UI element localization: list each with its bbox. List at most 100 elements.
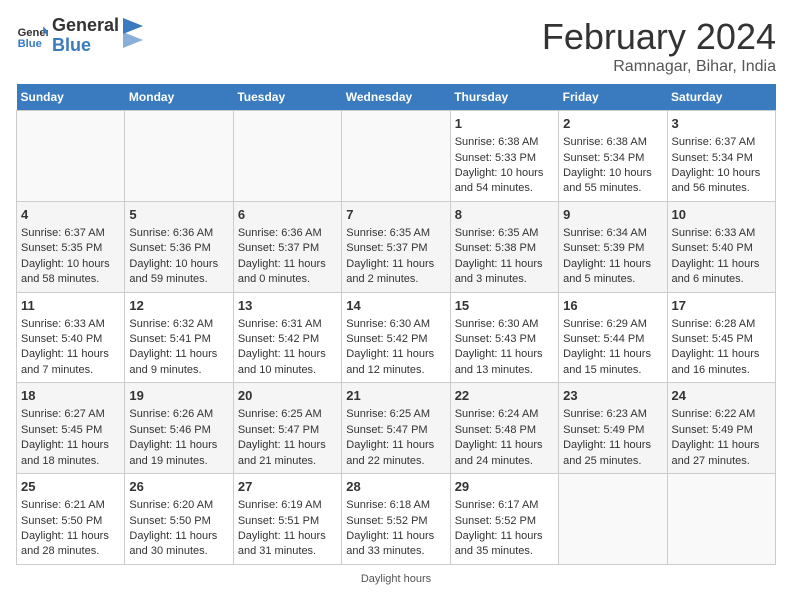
day-info: Sunset: 5:51 PM [238,514,337,529]
day-info: Sunrise: 6:37 AM [672,135,771,150]
calendar-cell: 20Sunrise: 6:25 AMSunset: 5:47 PMDayligh… [233,383,341,474]
day-info: Sunset: 5:42 PM [346,332,445,347]
day-info: Sunrise: 6:35 AM [346,226,445,241]
day-info: Sunrise: 6:34 AM [563,226,662,241]
day-header-friday: Friday [559,84,667,111]
day-info: Sunrise: 6:27 AM [21,407,120,422]
day-info: Sunset: 5:41 PM [129,332,228,347]
day-number: 26 [129,478,228,496]
calendar-cell: 2Sunrise: 6:38 AMSunset: 5:34 PMDaylight… [559,111,667,202]
day-info: Sunset: 5:52 PM [455,514,554,529]
day-info: Sunset: 5:45 PM [21,423,120,438]
day-info: Daylight: 11 hours and 15 minutes. [563,347,662,378]
day-header-thursday: Thursday [450,84,558,111]
calendar-cell: 22Sunrise: 6:24 AMSunset: 5:48 PMDayligh… [450,383,558,474]
calendar-cell: 6Sunrise: 6:36 AMSunset: 5:37 PMDaylight… [233,201,341,292]
logo-blue: Blue [52,36,119,56]
day-number: 1 [455,115,554,133]
day-info: Sunrise: 6:31 AM [238,317,337,332]
day-info: Sunrise: 6:33 AM [21,317,120,332]
calendar-cell: 19Sunrise: 6:26 AMSunset: 5:46 PMDayligh… [125,383,233,474]
day-info: Daylight: 10 hours and 59 minutes. [129,257,228,288]
day-number: 4 [21,206,120,224]
day-number: 21 [346,387,445,405]
day-info: Sunset: 5:37 PM [346,241,445,256]
day-info: Daylight: 10 hours and 58 minutes. [21,257,120,288]
calendar-table: SundayMondayTuesdayWednesdayThursdayFrid… [16,84,776,565]
day-number: 19 [129,387,228,405]
day-info: Sunset: 5:35 PM [21,241,120,256]
day-info: Daylight: 11 hours and 19 minutes. [129,438,228,469]
day-info: Daylight: 11 hours and 24 minutes. [455,438,554,469]
day-info: Daylight: 11 hours and 28 minutes. [21,529,120,560]
day-info: Sunrise: 6:32 AM [129,317,228,332]
day-info: Sunset: 5:44 PM [563,332,662,347]
calendar-cell: 16Sunrise: 6:29 AMSunset: 5:44 PMDayligh… [559,292,667,383]
calendar-cell: 9Sunrise: 6:34 AMSunset: 5:39 PMDaylight… [559,201,667,292]
logo-icon: General Blue [16,20,48,52]
day-info: Daylight: 11 hours and 2 minutes. [346,257,445,288]
day-number: 14 [346,297,445,315]
day-info: Sunset: 5:40 PM [21,332,120,347]
calendar-week-3: 11 Sunrise: 6:33 AMSunset: 5:40 PM Dayligh… [17,292,776,383]
day-info: Sunrise: 6:20 AM [129,498,228,513]
header: General Blue General Blue February 2024 … [16,16,776,76]
footer: Daylight hours [16,573,776,585]
calendar-cell [233,111,341,202]
day-info: Sunset: 5:49 PM [563,423,662,438]
day-number: 7 [346,206,445,224]
calendar-week-5: 25Sunrise: 6:21 AMSunset: 5:50 PMDayligh… [17,474,776,565]
day-info: Sunrise: 6:22 AM [672,407,771,422]
day-info: Sunset: 5:47 PM [346,423,445,438]
day-info: Daylight: 11 hours and 33 minutes. [346,529,445,560]
day-info: Sunrise: 6:25 AM [238,407,337,422]
day-header-monday: Monday [125,84,233,111]
day-info: Sunset: 5:37 PM [238,241,337,256]
logo-general: General [52,16,119,36]
calendar-cell: 25Sunrise: 6:21 AMSunset: 5:50 PMDayligh… [17,474,125,565]
day-info: Sunset: 5:40 PM [672,241,771,256]
day-info: Sunset: 5:39 PM [563,241,662,256]
day-number: 22 [455,387,554,405]
day-info: Daylight: 11 hours and 18 minutes. [21,438,120,469]
calendar-cell: 28Sunrise: 6:18 AMSunset: 5:52 PMDayligh… [342,474,450,565]
day-number: 3 [672,115,771,133]
calendar-cell: 8Sunrise: 6:35 AMSunset: 5:38 PMDaylight… [450,201,558,292]
day-info: Sunset: 5:34 PM [563,151,662,166]
day-number: 12 [129,297,228,315]
calendar-cell: 14Sunrise: 6:30 AMSunset: 5:42 PMDayligh… [342,292,450,383]
header-row: SundayMondayTuesdayWednesdayThursdayFrid… [17,84,776,111]
day-number: 11 [21,297,120,315]
day-number: 5 [129,206,228,224]
day-header-saturday: Saturday [667,84,775,111]
day-header-tuesday: Tuesday [233,84,341,111]
calendar-cell: 1Sunrise: 6:38 AMSunset: 5:33 PMDaylight… [450,111,558,202]
day-info: Sunrise: 6:29 AM [563,317,662,332]
calendar-cell: 21Sunrise: 6:25 AMSunset: 5:47 PMDayligh… [342,383,450,474]
day-number: 13 [238,297,337,315]
calendar-week-4: 18Sunrise: 6:27 AMSunset: 5:45 PMDayligh… [17,383,776,474]
svg-text:Blue: Blue [18,38,42,50]
day-info: Daylight: 10 hours and 54 minutes. [455,166,554,197]
day-info: Daylight: 11 hours and 10 minutes. [238,347,337,378]
calendar-cell: 13Sunrise: 6:31 AMSunset: 5:42 PMDayligh… [233,292,341,383]
day-number: 15 [455,297,554,315]
day-info: Sunrise: 6:38 AM [563,135,662,150]
day-number: 27 [238,478,337,496]
day-header-sunday: Sunday [17,84,125,111]
day-info: Daylight: 11 hours and 3 minutes. [455,257,554,288]
day-info: Sunrise: 6:17 AM [455,498,554,513]
calendar-cell: 7 Sunrise: 6:35 AMSunset: 5:37 PMDaylight… [342,201,450,292]
calendar-cell: 3Sunrise: 6:37 AMSunset: 5:34 PMDaylight… [667,111,775,202]
day-info: Sunset: 5:33 PM [455,151,554,166]
day-info: Sunrise: 6:25 AM [346,407,445,422]
day-info: Sunset: 5:50 PM [129,514,228,529]
day-info: Sunset: 5:49 PM [672,423,771,438]
day-number: 10 [672,206,771,224]
calendar-body: 1Sunrise: 6:38 AMSunset: 5:33 PMDaylight… [17,111,776,565]
calendar-cell [342,111,450,202]
day-info: Sunset: 5:48 PM [455,423,554,438]
calendar-cell: 23Sunrise: 6:23 AMSunset: 5:49 PMDayligh… [559,383,667,474]
day-info: Sunrise: 6:19 AM [238,498,337,513]
footer-label: Daylight hours [361,573,431,585]
